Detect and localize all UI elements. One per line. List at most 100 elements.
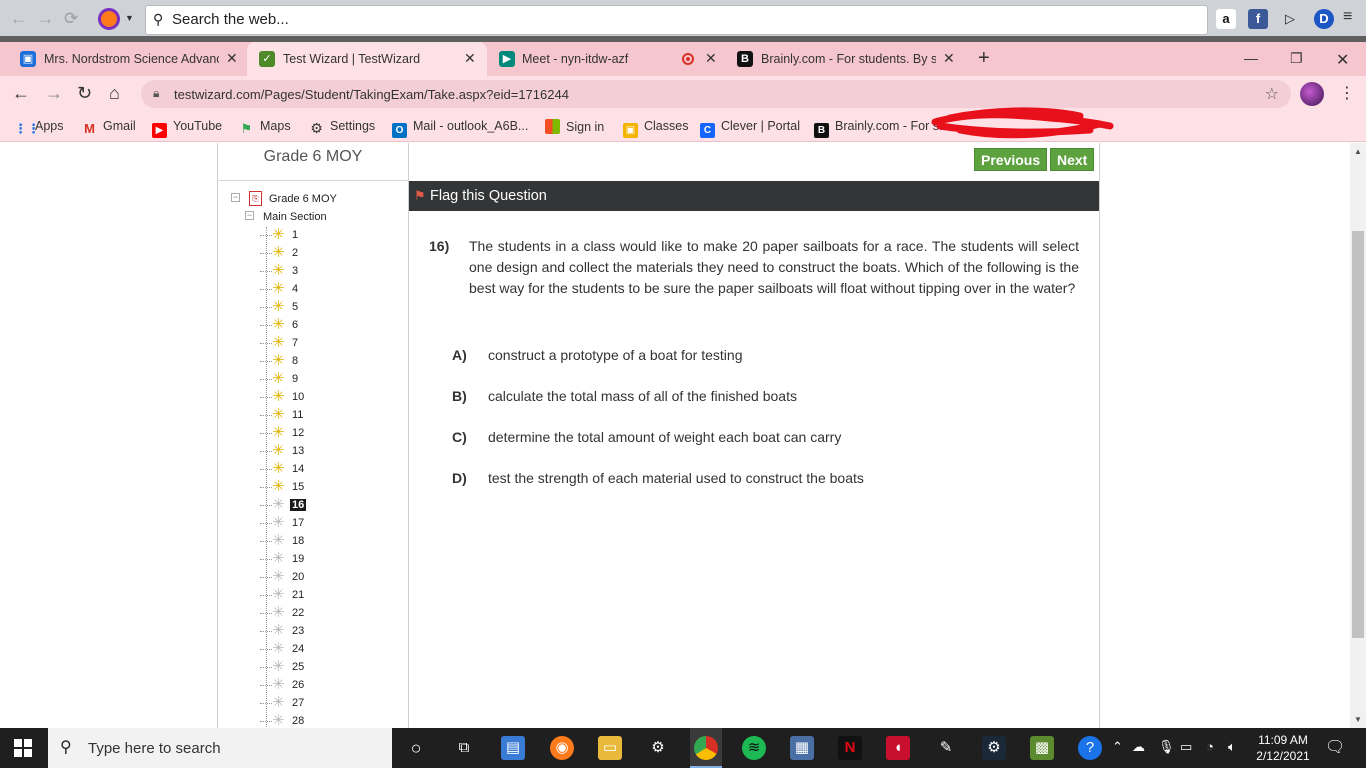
collapse-icon[interactable]: − xyxy=(231,193,240,202)
choice-text: calculate the total mass of all of the f… xyxy=(488,388,797,404)
bookmark-maps[interactable]: ⚑ Maps xyxy=(239,119,291,136)
more-menu-icon[interactable]: ⋮ xyxy=(1339,83,1355,103)
battery-icon[interactable]: ▭ xyxy=(1180,739,1192,755)
bookmark-star-icon[interactable]: ☆ xyxy=(1265,84,1279,104)
next-button[interactable]: Next xyxy=(1050,148,1095,171)
question-item-number: 16 xyxy=(290,499,307,511)
tab-meet[interactable]: ▶ Meet - nyn-itdw-azf ✕ xyxy=(487,42,725,76)
reload-icon[interactable]: ⟳ xyxy=(64,9,78,29)
firefox-logo-icon[interactable] xyxy=(98,8,120,30)
spotify-icon[interactable]: ≋ xyxy=(742,736,766,760)
url-text: testwizard.com/Pages/Student/TakingExam/… xyxy=(174,87,569,102)
steam-icon[interactable]: ⚙ xyxy=(982,736,1006,760)
tab-testwizard[interactable]: ✓ Test Wizard | TestWizard ✕ xyxy=(247,42,487,76)
tree-connector xyxy=(260,343,272,344)
apps-grid-icon: ⋮⋮ xyxy=(14,121,40,136)
store-icon[interactable]: ▤ xyxy=(501,736,525,760)
back-arrow-icon[interactable]: ← xyxy=(10,9,27,29)
tab-brainly[interactable]: B Brainly.com - For students. By stu ✕ xyxy=(725,42,965,76)
meet-icon: ▶ xyxy=(499,51,515,67)
help-icon[interactable]: ? xyxy=(1078,736,1102,760)
chevron-down-icon[interactable]: ▼ xyxy=(125,13,134,23)
question-item-number: 8 xyxy=(292,355,299,367)
scroll-thumb[interactable] xyxy=(1352,231,1364,638)
wifi-icon[interactable]: ◔ xyxy=(1206,739,1214,754)
previous-button[interactable]: Previous xyxy=(974,148,1048,171)
chrome-icon[interactable] xyxy=(694,736,718,760)
minimize-icon[interactable]: — xyxy=(1244,50,1258,66)
restore-icon[interactable]: ❐ xyxy=(1290,50,1303,67)
tree-connector xyxy=(260,577,272,578)
unanswered-star-icon: ✳ xyxy=(272,496,285,513)
microphone-icon[interactable]: 🎙︎ xyxy=(1158,739,1175,755)
tab-classroom[interactable]: ▣ Mrs. Nordstrom Science Advance ✕ xyxy=(0,42,247,76)
page-scrollbar[interactable]: ▲ ▼ xyxy=(1350,143,1366,728)
tree-connector xyxy=(260,271,272,272)
bookmark-clever[interactable]: C Clever | Portal xyxy=(700,119,800,138)
edit-icon[interactable]: ✎ xyxy=(934,736,958,760)
gear-icon: ⚙ xyxy=(310,120,323,136)
windows-start-icon[interactable] xyxy=(14,739,32,757)
bookmark-apps[interactable]: ⋮⋮Apps xyxy=(14,119,64,136)
exam-title: Grade 6 MOY xyxy=(263,148,363,165)
firefox-icon[interactable]: ◉ xyxy=(550,736,574,760)
address-bar[interactable]: 🔒︎ testwizard.com/Pages/Student/TakingEx… xyxy=(141,80,1291,108)
scroll-up-icon[interactable]: ▲ xyxy=(1354,147,1362,156)
facebook-icon[interactable]: f xyxy=(1248,9,1268,29)
volume-icon[interactable]: 🔈︎ xyxy=(1228,739,1236,755)
question-item-number: 18 xyxy=(292,535,305,547)
bookmark-classes[interactable]: ▣ Classes xyxy=(623,119,688,138)
taskbar-search-input[interactable]: ⚲ Type here to search xyxy=(48,728,392,768)
close-icon[interactable]: ✕ xyxy=(464,50,476,67)
tree-root-label[interactable]: Grade 6 MOY xyxy=(269,193,337,205)
calculator-icon[interactable]: ▦ xyxy=(790,736,814,760)
chevron-up-icon[interactable]: ⌃ xyxy=(1112,739,1123,755)
bookmark-youtube[interactable]: ▶ YouTube xyxy=(152,119,222,138)
window-close-icon[interactable]: ✕ xyxy=(1336,50,1349,70)
scroll-down-icon[interactable]: ▼ xyxy=(1354,715,1362,724)
lock-icon[interactable]: 🔒︎ xyxy=(153,86,159,101)
forward-icon[interactable]: → xyxy=(45,83,63,104)
question-item-number: 2 xyxy=(292,247,299,259)
answered-star-icon: ✳ xyxy=(272,244,285,261)
question-item-number: 7 xyxy=(292,337,299,349)
testwizard-icon: ✓ xyxy=(259,51,275,67)
tree-connector xyxy=(260,433,272,434)
reload-icon[interactable]: ↻ xyxy=(77,83,92,104)
red-scribble-redaction xyxy=(931,107,1114,139)
amazon-icon[interactable]: a xyxy=(1216,9,1236,29)
tree-connector xyxy=(260,667,272,668)
back-icon[interactable]: ← xyxy=(12,83,30,104)
question-text: The students in a class would like to ma… xyxy=(469,238,1079,296)
profile-d-icon[interactable]: D xyxy=(1314,9,1334,29)
close-icon[interactable]: ✕ xyxy=(226,50,238,67)
notifications-icon[interactable]: 🗨︎ xyxy=(1325,737,1345,757)
file-explorer-icon[interactable]: ▭ xyxy=(598,736,622,760)
onedrive-icon[interactable]: ☁ xyxy=(1132,739,1145,755)
bookmark-gmail[interactable]: M Gmail xyxy=(82,119,136,136)
cortana-icon[interactable]: ○ xyxy=(404,736,428,760)
home-icon[interactable]: ⌂ xyxy=(109,83,120,104)
section-label[interactable]: Main Section xyxy=(263,211,327,223)
play-icon[interactable]: ▷ xyxy=(1280,9,1300,29)
settings-gear-icon[interactable]: ⚙ xyxy=(646,736,670,760)
new-tab-icon[interactable]: + xyxy=(978,47,990,70)
flag-question-bar[interactable]: ⚑ Flag this Question xyxy=(409,181,1099,211)
minecraft-icon[interactable]: ▩ xyxy=(1030,736,1054,760)
menu-icon[interactable]: ≡ xyxy=(1343,8,1352,26)
tree-connector xyxy=(260,613,272,614)
close-icon[interactable]: ✕ xyxy=(705,50,717,67)
task-view-icon[interactable]: ⧉ xyxy=(452,736,476,760)
taskbar-clock[interactable]: 11:09 AM 2/12/2021 xyxy=(1252,732,1314,764)
netflix-icon[interactable]: N xyxy=(838,736,862,760)
bookmark-signin[interactable]: Sign in xyxy=(545,119,604,134)
forward-arrow-icon[interactable]: → xyxy=(37,9,54,29)
bookmark-outlook[interactable]: O Mail - outlook_A6B... xyxy=(392,119,528,138)
bookmark-settings[interactable]: ⚙ Settings xyxy=(309,119,375,136)
profile-avatar[interactable] xyxy=(1300,82,1324,106)
among-us-icon[interactable]: ◖ xyxy=(886,736,910,760)
unanswered-star-icon: ✳ xyxy=(272,658,285,675)
close-icon[interactable]: ✕ xyxy=(943,50,955,67)
collapse-icon[interactable]: − xyxy=(245,211,254,220)
web-search-input[interactable]: ⚲ Search the web... xyxy=(145,5,1208,35)
